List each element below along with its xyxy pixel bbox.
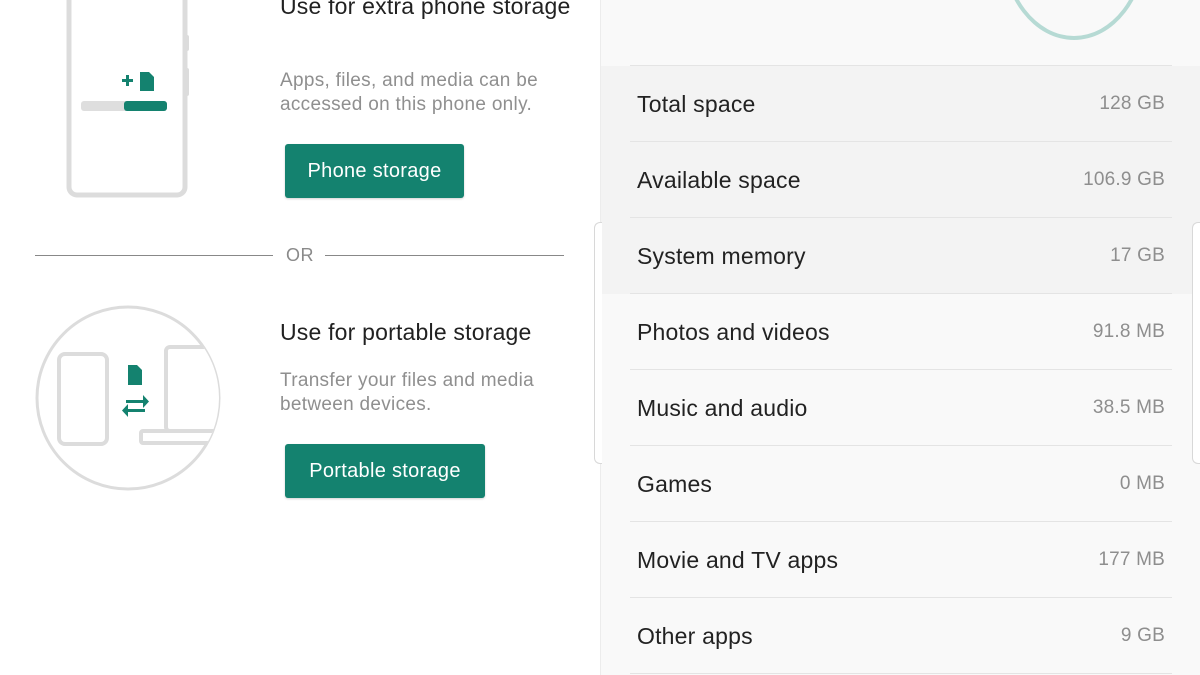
storage-row-value: 177 MB <box>1098 549 1165 570</box>
phone-storage-illustration <box>66 0 189 198</box>
storage-row-value: 9 GB <box>1120 625 1165 646</box>
device-edge-right <box>1192 222 1200 464</box>
storage-row-other-apps[interactable]: Other apps 9 GB <box>601 598 1200 674</box>
storage-row-value: 128 GB <box>1099 93 1165 114</box>
storage-row-photos-and-videos[interactable]: Photos and videos 91.8 MB <box>601 294 1200 370</box>
storage-row-label: System memory <box>637 243 806 269</box>
storage-row-label: Photos and videos <box>637 319 830 345</box>
storage-row-label: Games <box>637 471 713 497</box>
divider-line-left <box>35 255 273 256</box>
portable-storage-illustration <box>35 305 221 491</box>
storage-row-label: Movie and TV apps <box>637 547 839 573</box>
storage-row-value: 0 MB <box>1119 473 1165 494</box>
or-divider-label: OR <box>286 245 314 265</box>
storage-row-value: 38.5 MB <box>1092 397 1165 418</box>
phone-storage-button[interactable]: Phone storage <box>285 144 464 198</box>
extra-storage-description: Apps, files, and media can be accessed o… <box>280 70 538 115</box>
storage-row-value: 17 GB <box>1110 245 1165 266</box>
storage-row-music-and-audio[interactable]: Music and audio 38.5 MB <box>601 370 1200 446</box>
storage-row-label: Music and audio <box>637 395 808 421</box>
storage-row-system-memory[interactable]: System memory 17 GB <box>601 218 1200 294</box>
sd-card-icon <box>128 365 142 385</box>
divider-line-right <box>325 255 564 256</box>
storage-row-available-space[interactable]: Available space 106.9 GB <box>601 142 1200 218</box>
portable-storage-button[interactable]: Portable storage <box>285 444 485 498</box>
extra-storage-title: Use for extra phone storage <box>280 0 571 19</box>
storage-setup-panel: Use for extra phone storage Apps, files,… <box>0 0 600 675</box>
storage-row-label: Total space <box>637 91 756 117</box>
device-edge-left <box>594 222 602 464</box>
portable-storage-description: Transfer your files and media between de… <box>280 370 535 415</box>
storage-row-games[interactable]: Games 0 MB <box>601 446 1200 522</box>
storage-row-total-space[interactable]: Total space 128 GB <box>601 66 1200 142</box>
storage-usage-ring <box>1001 0 1147 40</box>
storage-row-label: Other apps <box>637 623 753 649</box>
storage-row-value: 106.9 GB <box>1083 169 1165 190</box>
portable-storage-title: Use for portable storage <box>280 319 532 345</box>
row-separator <box>630 673 1172 674</box>
storage-row-label: Available space <box>637 167 801 193</box>
storage-row-movie-and-tv-apps[interactable]: Movie and TV apps 177 MB <box>601 522 1200 598</box>
storage-details-panel: Total space 128 GB Available space 106.9… <box>600 0 1200 675</box>
storage-row-value: 91.8 MB <box>1092 321 1165 342</box>
